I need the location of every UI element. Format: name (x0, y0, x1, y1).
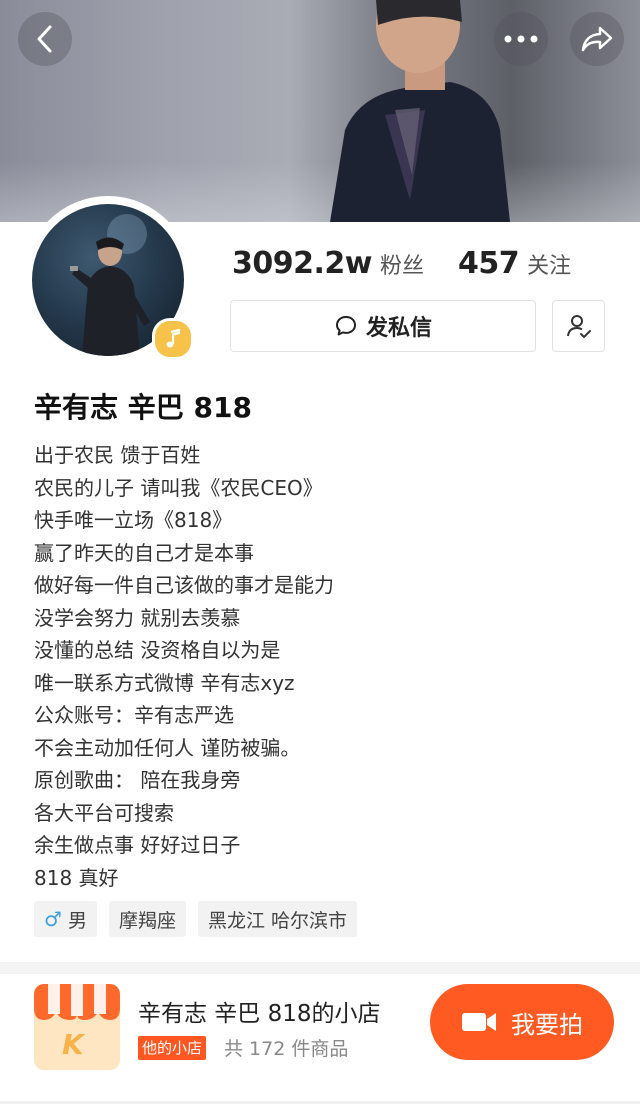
bio-line: 余生做点事 好好过日子 (34, 833, 241, 857)
chevron-left-icon (37, 25, 52, 53)
following-label[interactable]: 关注 (527, 248, 571, 280)
following-count[interactable]: 457 (458, 246, 520, 281)
profile-name: 辛有志 辛巴 818 (34, 391, 252, 424)
bio-line: 不会主动加任何人 谨防被骗。 (34, 735, 301, 760)
gender-label: 男 (67, 909, 87, 932)
bio-line: 快手唯一立场《818》 (34, 508, 233, 532)
profile-tags: ♂ 男 摩羯座 黑龙江 哈尔滨市 (34, 901, 369, 937)
bio-line: 818 真好 (34, 865, 119, 890)
video-camera-icon (462, 1013, 496, 1031)
zodiac-label: 摩羯座 (118, 909, 176, 932)
shop-title: 辛有志 辛巴 818的小店 (138, 1001, 381, 1027)
shop-card[interactable]: K 辛有志 辛巴 818的小店 他的小店 共 172 件商品 我要拍 (0, 974, 640, 1104)
fans-label[interactable]: 粉丝 (380, 248, 424, 280)
shop-logo-letter: K (62, 1028, 86, 1061)
location-label: 黑龙江 哈尔滨市 (207, 909, 348, 932)
bio-line: 做好每一件自己该做的事才是能力 (34, 573, 334, 597)
gender-tag: ♂ 男 (34, 901, 97, 937)
share-arrow-icon (581, 26, 613, 52)
shop-awning-icon: K (34, 984, 120, 1070)
shop-cta-label: 我要拍 (511, 1010, 583, 1039)
profile-stats: 3092.2w 粉丝 457 关注 (232, 246, 605, 286)
banner-photo-figure (330, 0, 510, 222)
bio-line: 农民的儿子 请叫我《农民CEO》 (34, 475, 323, 500)
follow-user-button[interactable] (552, 300, 605, 352)
send-message-button[interactable]: 发私信 (230, 300, 536, 352)
shop-badge: 他的小店 (138, 1036, 207, 1060)
male-icon: ♂ (44, 907, 62, 931)
profile-bio: 出于农民 馈于百姓 农民的儿子 请叫我《农民CEO》 快手唯一立场《818》 赢… (34, 440, 614, 895)
back-button[interactable] (18, 12, 72, 66)
bio-line: 出于农民 馈于百姓 (34, 443, 201, 467)
music-note-icon (166, 329, 181, 348)
bio-line: 赢了昨天的自己才是本事 (34, 540, 254, 565)
bio-line: 没学会努力 就别去羡慕 (34, 605, 241, 630)
shop-cta-button[interactable]: 我要拍 (430, 984, 614, 1060)
location-tag: 黑龙江 哈尔滨市 (197, 901, 358, 937)
music-badge (152, 318, 194, 360)
zodiac-tag: 摩羯座 (108, 901, 186, 937)
bio-line: 原创歌曲： 陪在我身旁 (34, 768, 241, 792)
chat-bubble-icon (335, 316, 356, 336)
send-message-label: 发私信 (365, 316, 432, 341)
bio-line: 公众账号：辛有志严选 (34, 703, 234, 727)
more-dots-icon (504, 35, 538, 43)
more-button[interactable] (494, 12, 548, 66)
shop-product-count: 共 172 件商品 (224, 1038, 349, 1060)
shop-logo: K (34, 984, 120, 1070)
section-divider (0, 962, 640, 974)
bio-line: 没懂的总结 没资格自以为是 (34, 638, 281, 662)
fans-count[interactable]: 3092.2w (232, 246, 372, 281)
user-check-icon (566, 315, 591, 339)
bio-line: 唯一联系方式微博 辛有志xyz (34, 670, 295, 695)
bio-line: 各大平台可搜索 (34, 800, 174, 825)
share-button[interactable] (570, 12, 624, 66)
